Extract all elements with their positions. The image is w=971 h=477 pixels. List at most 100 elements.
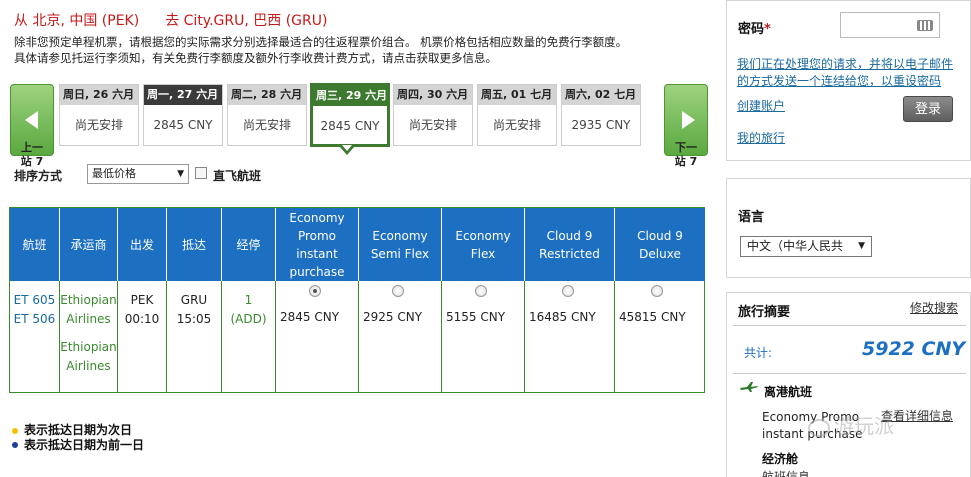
next-day-dot-icon [12, 428, 18, 434]
col-header-arrive: 抵达 [167, 208, 222, 281]
cell-carriers: Ethiopian Airlines Ethiopian Airlines [60, 281, 118, 393]
date-label: 周日, 26 六月 [60, 85, 138, 105]
col-header-stops: 经停 [222, 208, 276, 281]
col-header-cloud9-deluxe: Cloud 9 Deluxe [615, 208, 705, 281]
col-header-economy-flex: Economy Flex [442, 208, 525, 281]
cell-fare-economy-promo [276, 281, 359, 393]
fare-price-cloud9-restricted: 16485 CNY [529, 310, 596, 324]
prev-label-line1: 上一 [21, 141, 43, 154]
fare-radio-economy-flex[interactable] [475, 285, 487, 297]
date-cell-5[interactable]: 周五, 01 七月 尚无安排 [477, 84, 557, 146]
next-week-label[interactable]: 下一 站 7 [664, 141, 708, 169]
col-header-economy-semi-flex: Economy Semi Flex [359, 208, 442, 281]
baggage-notes: 除非您预定单程机票，请根据您的实际需求分别选择最适合的往返程票价组合。 机票价格… [14, 34, 714, 66]
fare-radio-cloud9-deluxe[interactable] [651, 285, 663, 297]
cell-fare-cloud9-deluxe [615, 281, 705, 393]
date-cell-4[interactable]: 周四, 30 六月 尚无安排 [393, 84, 473, 146]
date-price: 2845 CNY [153, 118, 213, 132]
language-label: 语言 [738, 210, 765, 225]
fare-radio-economy-semi-flex[interactable] [392, 285, 404, 297]
reset-password-link[interactable]: 我们正在处理您的请求，并将以电子邮件 的方式发送一个连结给您，以重设密码 [737, 56, 967, 90]
direct-flight-checkbox[interactable] [195, 167, 207, 179]
reset-line: 我们正在处理您的请求，并将以电子邮件 [737, 57, 954, 71]
cell-fare-economy-flex [442, 281, 525, 393]
next-label-line2: 站 7 [674, 155, 698, 168]
total-label: 共计: [744, 346, 773, 360]
date-label: 周三, 29 六月 [313, 86, 387, 106]
sort-label: 排序方式 [14, 169, 63, 183]
header-line: Economy [455, 228, 511, 243]
header-line: Economy [372, 228, 428, 243]
password-label-text: 密码 [738, 22, 765, 37]
col-header-carrier: 承运商 [60, 208, 118, 281]
header-line: instant [296, 246, 338, 261]
password-input[interactable] [840, 12, 940, 38]
carrier-name: Ethiopian [60, 340, 117, 354]
sort-select[interactable]: 最低价格 ▼ [87, 164, 189, 184]
summary-divider [733, 325, 966, 326]
fare-price-economy-promo: 2845 CNY [280, 310, 340, 324]
reset-line: 的方式发送一个连结给您，以重设密码 [737, 74, 942, 88]
modify-search-link[interactable]: 修改搜索 [910, 300, 958, 317]
date-label: 周一, 27 六月 [144, 85, 222, 105]
password-label: 密码* [738, 18, 771, 37]
arrive-airport: GRU [180, 293, 208, 307]
flight-results-table: 航班 承运商 出发 抵达 经停 Economy Promo instant pu… [9, 207, 705, 393]
arrive-time: 15:05 [176, 312, 212, 326]
col-header-flight: 航班 [10, 208, 60, 281]
create-account-link[interactable]: 创建账户 [737, 98, 785, 115]
selected-date-pointer-inner [342, 145, 352, 151]
date-price: 尚无安排 [74, 118, 123, 132]
cell-flight-numbers[interactable]: ET 605 ET 506 [10, 281, 60, 393]
date-cell-0[interactable]: 周日, 26 六月 尚无安排 [59, 84, 139, 146]
language-select[interactable]: 中文（中华人民共 ▼ [740, 236, 872, 257]
header-line: Deluxe [639, 246, 681, 261]
dropdown-arrow-icon: ▼ [858, 241, 865, 251]
fare-radio-economy-promo[interactable] [309, 285, 321, 297]
keyboard-icon[interactable] [917, 20, 933, 31]
fare-radio-cloud9-restricted[interactable] [562, 285, 574, 297]
note-line-1: 除非您预定单程机票，请根据您的实际需求分别选择最适合的往返程票价组合。 机票价格… [14, 35, 628, 49]
header-line: Restricted [539, 246, 600, 261]
flight-number[interactable]: ET 506 [10, 310, 59, 329]
watermark: 游玩派 [808, 410, 894, 439]
date-price: 2845 CNY [320, 119, 380, 133]
stop-count: 1 [244, 293, 253, 307]
flight-number[interactable]: ET 605 [10, 291, 59, 310]
date-cell-2[interactable]: 周二, 28 六月 尚无安排 [227, 84, 307, 146]
date-cell-6[interactable]: 周六, 02 七月 2935 CNY [561, 84, 641, 146]
cabin-label: 经济舱 [762, 452, 799, 466]
col-header-depart: 出发 [118, 208, 167, 281]
legend-previous-day: 表示抵达日期为前一日 [24, 438, 145, 452]
route-heading: 从 北京, 中国 (PEK) 去 City.GRU, 巴西 (GRU) [14, 10, 353, 30]
header-line: purchase [289, 264, 345, 279]
arrow-right-icon [682, 111, 695, 129]
date-price: 尚无安排 [408, 118, 457, 132]
cell-stops: 1 (ADD) [222, 281, 276, 393]
cell-arrive: GRU 15:05 [167, 281, 222, 393]
date-label: 周六, 02 七月 [562, 85, 640, 105]
login-button[interactable]: 登录 [903, 96, 953, 122]
date-cell-1[interactable]: 周一, 27 六月 2845 CNY [143, 84, 223, 146]
airplane-icon [740, 382, 758, 392]
legend-next-day: 表示抵达日期为次日 [24, 423, 133, 437]
date-price: 2935 CNY [571, 118, 631, 132]
header-line: Cloud 9 [637, 228, 683, 243]
next-label-line1: 下一 [675, 141, 697, 154]
date-label: 周四, 30 六月 [394, 85, 472, 105]
header-line: Semi Flex [370, 246, 430, 261]
fare-price-economy-flex: 5155 CNY [446, 310, 506, 324]
language-selected-value: 中文（中华人民共 [747, 239, 844, 253]
direct-flight-label[interactable]: 直飞航班 [213, 167, 261, 184]
cell-fare-economy-semi-flex [359, 281, 442, 393]
date-cell-selected[interactable]: 周三, 29 六月 2845 CNY [310, 83, 390, 147]
my-trips-link[interactable]: 我的旅行 [737, 130, 785, 147]
required-mark: * [764, 22, 771, 37]
header-line: Flex [470, 246, 496, 261]
previous-day-dot-icon [12, 442, 18, 448]
prev-week-label[interactable]: 上一 站 7 [10, 141, 54, 169]
arrow-left-icon [25, 111, 38, 129]
total-value: 5922 CNY [862, 338, 966, 360]
depart-airport: PEK [130, 293, 154, 307]
carrier-name: Airlines [66, 312, 111, 326]
